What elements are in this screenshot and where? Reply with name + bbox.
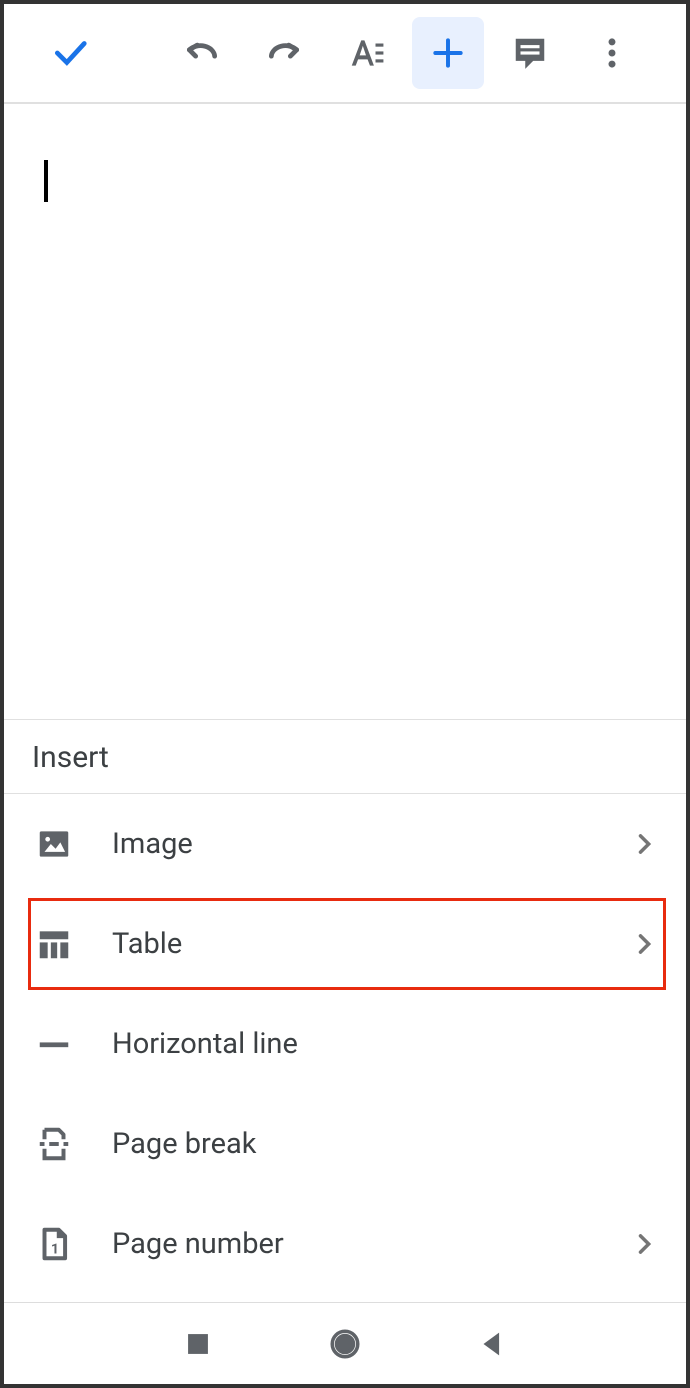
circle-icon [328, 1327, 362, 1361]
done-button[interactable] [34, 17, 106, 89]
horizontal-line-icon [32, 1022, 76, 1066]
svg-text:1: 1 [51, 1242, 59, 1258]
insert-horizontal-line[interactable]: Horizontal line [4, 994, 686, 1094]
undo-icon [183, 34, 221, 72]
insert-panel-header: Insert [4, 720, 686, 794]
nav-back-button[interactable] [470, 1322, 514, 1366]
image-icon [32, 822, 76, 866]
more-button[interactable] [576, 17, 648, 89]
triangle-left-icon [475, 1327, 509, 1361]
redo-button[interactable] [248, 17, 320, 89]
page-break-icon [32, 1122, 76, 1166]
comment-button[interactable] [494, 17, 566, 89]
insert-page-break-label: Page break [112, 1127, 662, 1161]
text-format-icon [347, 34, 385, 72]
comment-icon [511, 34, 549, 72]
check-icon [51, 34, 89, 72]
undo-button[interactable] [166, 17, 238, 89]
text-format-button[interactable] [330, 17, 402, 89]
square-icon [181, 1327, 215, 1361]
insert-image-label: Image [112, 827, 626, 861]
panel-title: Insert [32, 740, 658, 775]
chevron-right-icon [626, 826, 662, 862]
insert-button[interactable] [412, 17, 484, 89]
page-number-icon: 1 [32, 1222, 76, 1266]
insert-menu: Image Table Horizontal line Page break 1… [4, 794, 686, 1294]
insert-page-number-label: Page number [112, 1227, 626, 1261]
chevron-right-icon [626, 926, 662, 962]
insert-image[interactable]: Image [4, 794, 686, 894]
nav-home-button[interactable] [323, 1322, 367, 1366]
plus-icon [429, 34, 467, 72]
insert-page-number[interactable]: 1 Page number [4, 1194, 686, 1294]
insert-horizontal-line-label: Horizontal line [112, 1027, 662, 1061]
insert-table-label: Table [112, 927, 626, 961]
insert-page-break[interactable]: Page break [4, 1094, 686, 1194]
redo-icon [265, 34, 303, 72]
table-icon [32, 922, 76, 966]
insert-table[interactable]: Table [4, 894, 686, 994]
more-vert-icon [593, 34, 631, 72]
text-cursor [44, 160, 48, 202]
android-nav-bar [4, 1302, 686, 1384]
nav-recent-button[interactable] [176, 1322, 220, 1366]
document-area[interactable] [4, 110, 686, 720]
chevron-right-icon [626, 1226, 662, 1262]
toolbar [4, 4, 686, 104]
